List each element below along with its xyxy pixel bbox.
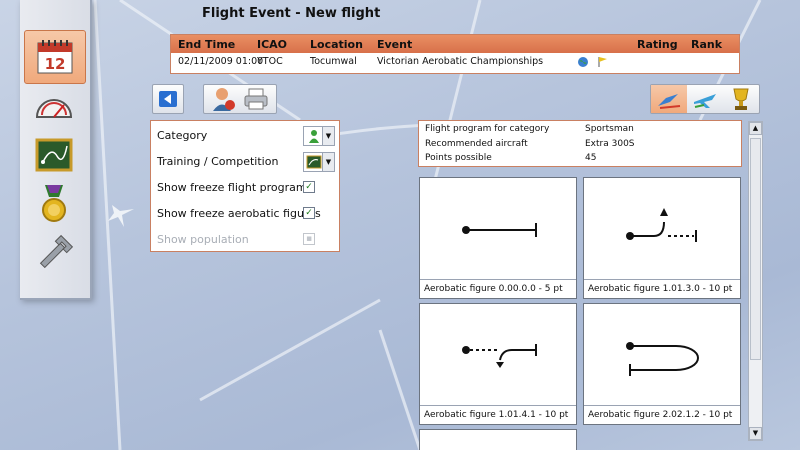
- medal-icon: [42, 185, 66, 222]
- event-table: End Time ICAO Location Event Rating Rank…: [170, 34, 740, 74]
- arrow-left-icon: [159, 91, 177, 107]
- figures-scrollbar[interactable]: ▲ ▼: [748, 121, 763, 441]
- sidebar-item-wrench[interactable]: [24, 228, 84, 280]
- sidebar-item-chalkboard[interactable]: [24, 128, 84, 180]
- view-mode-toolbar: [650, 84, 760, 114]
- figure-caption: Aerobatic figure 2.02.1.2 - 10 pt: [584, 405, 740, 424]
- aircraft-value: Extra 300S: [585, 139, 635, 149]
- figure-card[interactable]: Aerobatic figure 1.01.3.0 - 10 pt: [583, 177, 741, 299]
- flag-icon[interactable]: [597, 56, 609, 68]
- figure-card[interactable]: Aerobatic figure 2.02.1.2 - 10 pt: [583, 303, 741, 425]
- population-label: Show population: [157, 233, 249, 246]
- chevron-down-icon[interactable]: ▼: [322, 153, 334, 171]
- sidebar-item-gauge[interactable]: [24, 80, 84, 132]
- view-mode-flight-button[interactable]: [651, 85, 687, 113]
- person-green-icon: [309, 130, 319, 143]
- figure-card-partial[interactable]: [419, 429, 577, 450]
- table-header: End Time ICAO Location Event Rating Rank: [171, 35, 739, 53]
- cell-event: Victorian Aerobatic Championships: [377, 56, 544, 67]
- column-header-icao[interactable]: ICAO: [257, 38, 287, 51]
- calendar-day: 12: [45, 55, 66, 73]
- figure-diagram: [462, 223, 537, 237]
- cell-end-time: 02/11/2009 01:00: [178, 56, 264, 67]
- figure-diagram: [462, 344, 537, 368]
- program-value: Sportsman: [585, 124, 634, 134]
- population-checkbox[interactable]: ▪: [303, 233, 315, 245]
- cell-icao: YTOC: [257, 56, 283, 67]
- column-header-end-time[interactable]: End Time: [178, 38, 235, 51]
- scroll-up-button[interactable]: ▲: [749, 122, 762, 135]
- figure-caption: Aerobatic figure 1.01.4.1 - 10 pt: [420, 405, 576, 424]
- freeze-figures-label: Show freeze aerobatic figures: [157, 207, 321, 220]
- sidebar-item-calendar[interactable]: 12: [24, 30, 86, 84]
- points-value: 45: [585, 153, 597, 163]
- figure-diagram: [626, 208, 697, 242]
- sidebar: 12: [20, 0, 92, 300]
- training-select[interactable]: ▼: [303, 152, 335, 172]
- gauge-icon: [35, 99, 73, 118]
- program-info-panel: Flight program for category Sportsman Re…: [418, 120, 742, 167]
- figure-caption: Aerobatic figure 1.01.3.0 - 10 pt: [584, 279, 740, 298]
- aircraft-label: Recommended aircraft: [425, 139, 528, 149]
- cell-location: Tocumwal: [310, 56, 357, 67]
- points-label: Points possible: [425, 153, 492, 163]
- page-title: Flight Event - New flight: [202, 6, 381, 21]
- column-header-rank[interactable]: Rank: [691, 38, 722, 51]
- program-label: Flight program for category: [425, 124, 550, 134]
- column-header-event[interactable]: Event: [377, 38, 412, 51]
- table-row[interactable]: 02/11/2009 01:00 YTOC Tocumwal Victorian…: [171, 53, 739, 71]
- category-select[interactable]: ▼: [303, 126, 335, 146]
- pilot-user-icon[interactable]: [211, 86, 237, 112]
- category-label: Category: [157, 129, 208, 142]
- training-label: Training / Competition: [157, 155, 279, 168]
- user-print-toolbar: [203, 84, 277, 114]
- scroll-down-button[interactable]: ▼: [749, 427, 762, 440]
- globe-icon[interactable]: [577, 56, 589, 68]
- calendar-icon: 12: [37, 40, 73, 74]
- airplane-icon: [694, 94, 716, 108]
- back-button[interactable]: [152, 84, 184, 114]
- wrench-icon: [39, 234, 74, 269]
- figure-card[interactable]: Aerobatic figure 1.01.4.1 - 10 pt: [419, 303, 577, 425]
- freeze-program-checkbox[interactable]: ✓: [303, 181, 315, 193]
- freeze-figures-checkbox[interactable]: ✓: [303, 207, 315, 219]
- chalkboard-icon: [35, 138, 73, 172]
- chalkboard-small-icon: [306, 155, 322, 169]
- chevron-down-icon[interactable]: ▼: [322, 127, 334, 145]
- printer-icon[interactable]: [243, 87, 269, 111]
- airplane-program-icon: [658, 94, 681, 109]
- view-mode-trophy-button[interactable]: [723, 85, 759, 113]
- freeze-program-label: Show freeze flight program: [157, 181, 307, 194]
- trophy-icon: [733, 88, 749, 110]
- figure-card[interactable]: Aerobatic figure 0.00.0.0 - 5 pt: [419, 177, 577, 299]
- view-mode-airplane-button[interactable]: [687, 85, 723, 113]
- figure-caption: Aerobatic figure 0.00.0.0 - 5 pt: [420, 279, 576, 298]
- column-header-location[interactable]: Location: [310, 38, 363, 51]
- figure-diagram: [626, 342, 699, 376]
- column-header-rating[interactable]: Rating: [637, 38, 678, 51]
- sidebar-item-medal[interactable]: [24, 178, 84, 230]
- options-panel: Category ▼ Training / Competition ▼ Show…: [150, 120, 340, 252]
- scroll-thumb[interactable]: [750, 138, 761, 360]
